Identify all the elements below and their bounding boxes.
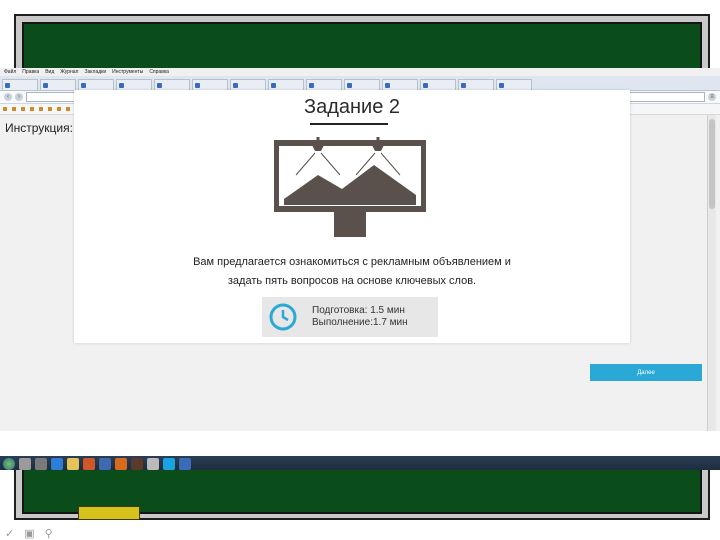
skype-icon[interactable]: [163, 458, 175, 470]
bookmark-item[interactable]: [3, 107, 7, 111]
task-card: Задание 2 Вам предлагается ознакомиться …: [74, 90, 630, 343]
browser-tab[interactable]: [40, 79, 76, 90]
prep-time: Подготовка: 1.5 мин: [312, 305, 408, 317]
description-line: Вам предлагается ознакомиться с рекламны…: [193, 256, 511, 268]
menu-item-edit[interactable]: Правка: [22, 68, 39, 76]
bookmark-item[interactable]: [66, 107, 70, 111]
app-icon[interactable]: [131, 458, 143, 470]
browser-tab[interactable]: [496, 79, 532, 90]
forward-icon[interactable]: ›: [15, 93, 23, 101]
slides-icon[interactable]: ▣: [24, 527, 34, 540]
windows-taskbar: [0, 456, 720, 470]
folder-icon[interactable]: [67, 458, 79, 470]
browser-tab[interactable]: [154, 79, 190, 90]
pen-icon[interactable]: ✓: [5, 527, 14, 540]
start-button-icon[interactable]: [3, 458, 15, 470]
explorer-icon[interactable]: [19, 458, 31, 470]
menu-icon[interactable]: ≡: [708, 93, 716, 101]
browser-tab[interactable]: [78, 79, 114, 90]
bookmark-item[interactable]: [39, 107, 43, 111]
task-title: Задание 2: [303, 96, 400, 118]
browser-tab[interactable]: [344, 79, 380, 90]
next-button[interactable]: Далее: [590, 364, 702, 381]
browser-tab[interactable]: [116, 79, 152, 90]
tab-strip: [0, 76, 720, 91]
internet-explorer-icon[interactable]: [51, 458, 63, 470]
browser-tab[interactable]: [420, 79, 456, 90]
exec-value: 1.7 мин: [372, 317, 408, 328]
browser-tab[interactable]: [230, 79, 266, 90]
task-description: Вам предлагается ознакомиться с рекламны…: [74, 253, 630, 291]
menu-item-history[interactable]: Журнал: [60, 68, 78, 76]
menu-bar: Файл Правка Вид Журнал Закладки Инструме…: [0, 68, 720, 76]
timer-box: Подготовка: 1.5 мин Выполнение:1.7 мин: [262, 297, 438, 337]
bookmark-item[interactable]: [48, 107, 52, 111]
browser-tab[interactable]: [458, 79, 494, 90]
browser-tab[interactable]: [306, 79, 342, 90]
window-icon[interactable]: [179, 458, 191, 470]
firefox-icon[interactable]: [115, 458, 127, 470]
prep-value: 1.5 мин: [370, 305, 405, 316]
bookmark-item[interactable]: [21, 107, 25, 111]
browser-tab[interactable]: [382, 79, 418, 90]
title-underline: [310, 123, 388, 125]
menu-item-tools[interactable]: Инструменты: [112, 68, 143, 76]
chalk-piece: [78, 506, 140, 520]
slide-controls: ✓ ▣ ⚲: [5, 527, 53, 540]
browser-tab[interactable]: [268, 79, 304, 90]
browser-tab[interactable]: [2, 79, 38, 90]
vlc-icon[interactable]: [83, 458, 95, 470]
menu-item-file[interactable]: Файл: [4, 68, 16, 76]
bookmark-item[interactable]: [12, 107, 16, 111]
search-icon[interactable]: ⚲: [45, 527, 53, 540]
menu-item-view[interactable]: Вид: [45, 68, 54, 76]
word-icon[interactable]: [99, 458, 111, 470]
menu-item-bookmarks[interactable]: Закладки: [84, 68, 106, 76]
browser-tab[interactable]: [192, 79, 228, 90]
exec-label: Выполнение:: [312, 317, 373, 328]
bookmark-item[interactable]: [30, 107, 34, 111]
description-line: задать пять вопросов на основе ключевых …: [227, 275, 477, 287]
prep-label: Подготовка:: [312, 305, 368, 316]
menu-item-help[interactable]: Справка: [149, 68, 169, 76]
bookmark-item[interactable]: [57, 107, 61, 111]
media-icon[interactable]: [35, 458, 47, 470]
document-icon[interactable]: [147, 458, 159, 470]
billboard-icon: [274, 137, 426, 237]
vertical-scrollbar[interactable]: [707, 115, 716, 431]
timer-text: Подготовка: 1.5 мин Выполнение:1.7 мин: [312, 305, 408, 329]
exec-time: Выполнение:1.7 мин: [312, 317, 408, 329]
back-icon[interactable]: ‹: [4, 93, 12, 101]
clock-icon: [269, 303, 297, 331]
instruction-label: Инструкция:: [5, 121, 73, 135]
